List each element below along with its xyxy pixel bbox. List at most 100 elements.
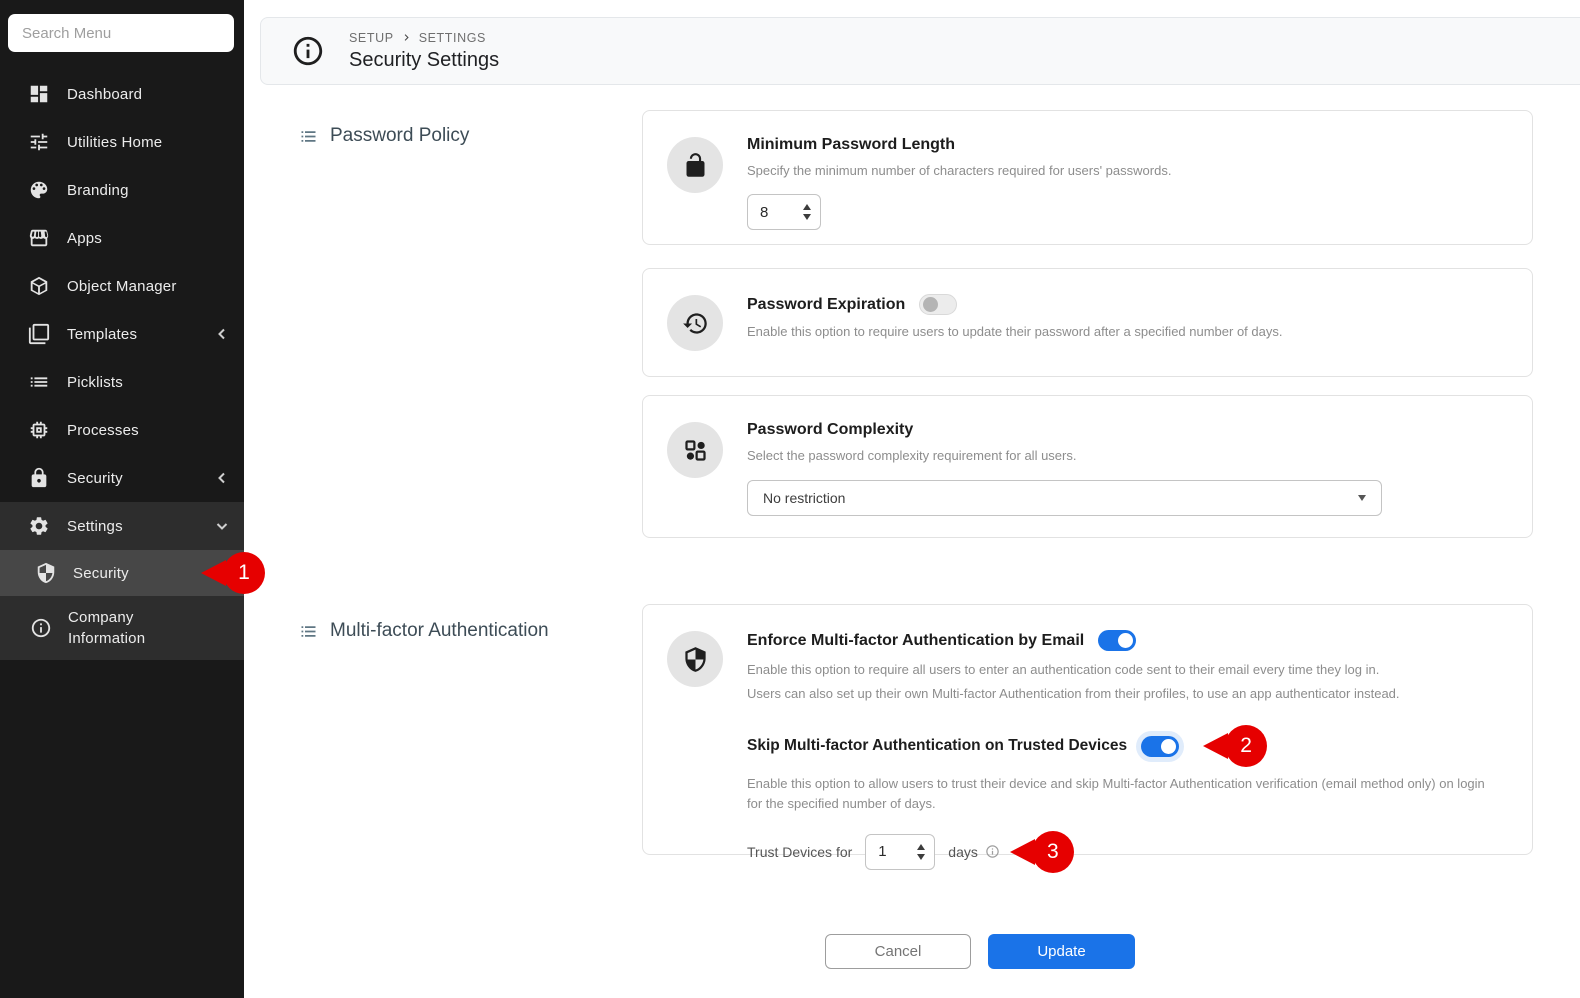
sidebar-item-company-information[interactable]: Company Information: [0, 596, 244, 660]
stepper-up-icon[interactable]: [917, 844, 925, 850]
sidebar-item-label: Dashboard: [67, 84, 228, 105]
update-button[interactable]: Update: [988, 934, 1135, 969]
skip-mfa-toggle[interactable]: [1141, 736, 1179, 757]
sidebar-item-settings-security[interactable]: Security 1: [0, 550, 244, 596]
annotation-badge-3: 3: [1032, 831, 1074, 873]
trust-devices-input[interactable]: [878, 843, 908, 860]
info-circle-icon: [291, 34, 325, 68]
trust-devices-row: Trust Devices for days 3: [747, 831, 1508, 873]
sidebar-item-templates[interactable]: Templates: [0, 310, 244, 358]
card-avatar: [667, 422, 723, 478]
palette-icon: [28, 179, 50, 201]
lock-open-icon: [682, 152, 709, 179]
dashboard-icon: [28, 83, 50, 105]
settings-group: Settings Security 1 Company: [0, 502, 244, 660]
gear-icon: [28, 515, 50, 537]
chevron-left-icon: [216, 328, 228, 340]
lock-icon: [28, 467, 50, 489]
trust-devices-unit: days: [948, 844, 978, 860]
sidebar-item-label: Branding: [67, 180, 228, 201]
enforce-mfa-toggle[interactable]: [1098, 630, 1136, 651]
stepper-arrows[interactable]: [917, 844, 925, 860]
sidebar: Dashboard Utilities Home Branding Apps: [0, 0, 244, 998]
annotation-badge-2: 2: [1225, 725, 1267, 767]
section-heading-password-policy: Password Policy: [298, 125, 469, 147]
sidebar-item-label: Object Manager: [67, 276, 228, 297]
sidebar-item-label: Processes: [67, 420, 228, 441]
sidebar-item-branding[interactable]: Branding: [0, 166, 244, 214]
card-title: Minimum Password Length: [747, 136, 1508, 154]
list-icon: [28, 371, 50, 393]
security-settings-page: Dashboard Utilities Home Branding Apps: [0, 0, 1580, 998]
sidebar-item-label: Company Information: [68, 607, 198, 649]
stepper-down-icon[interactable]: [917, 854, 925, 860]
sidebar-item-picklists[interactable]: Picklists: [0, 358, 244, 406]
skip-mfa-description: Enable this option to allow users to tru…: [747, 774, 1495, 814]
min-password-length-stepper[interactable]: [747, 194, 821, 230]
sidebar-item-object-manager[interactable]: Object Manager: [0, 262, 244, 310]
card-description: Enable this option to require users to u…: [747, 322, 1508, 342]
sidebar-item-settings[interactable]: Settings: [0, 502, 244, 550]
section-heading-label: Multi-factor Authentication: [330, 620, 549, 642]
stepper-up-icon[interactable]: [803, 204, 811, 210]
page-title: Security Settings: [349, 49, 499, 72]
card-avatar: [667, 295, 723, 351]
trust-devices-label: Trust Devices for: [747, 844, 852, 860]
shield-icon: [35, 562, 57, 584]
section-heading-label: Password Policy: [330, 125, 469, 147]
section-list-icon: [298, 126, 319, 147]
main-content: SETUP SETTINGS Security Settings Passwor…: [244, 0, 1580, 998]
sidebar-item-apps[interactable]: Apps: [0, 214, 244, 262]
storefront-icon: [28, 227, 50, 249]
skip-mfa-title: Skip Multi-factor Authentication on Trus…: [747, 737, 1127, 755]
sidebar-item-label: Picklists: [67, 372, 228, 393]
sidebar-nav: Dashboard Utilities Home Branding Apps: [0, 70, 244, 660]
card-avatar: [667, 631, 723, 687]
chip-icon: [28, 419, 50, 441]
sidebar-item-label: Utilities Home: [67, 132, 228, 153]
card-password-expiration: Password Expiration Enable this option t…: [642, 268, 1533, 377]
templates-icon: [28, 323, 50, 345]
sidebar-item-label: Templates: [67, 324, 216, 345]
password-expiration-toggle[interactable]: [919, 294, 957, 315]
search-input[interactable]: [8, 14, 234, 52]
cube-icon: [28, 275, 50, 297]
pattern-icon: [682, 437, 709, 464]
card-title: Password Expiration: [747, 296, 905, 314]
card-title: Password Complexity: [747, 421, 1508, 439]
sidebar-item-label: Apps: [67, 228, 228, 249]
card-multi-factor-authentication: Enforce Multi-factor Authentication by E…: [642, 604, 1533, 855]
cancel-button[interactable]: Cancel: [825, 934, 971, 969]
info-icon: [30, 617, 52, 639]
min-password-length-input[interactable]: [760, 204, 790, 221]
card-description: Specify the minimum number of characters…: [747, 161, 1508, 181]
enforce-mfa-description-line2: Users can also set up their own Multi-fa…: [747, 684, 1508, 704]
chevron-left-icon: [216, 472, 228, 484]
card-minimum-password-length: Minimum Password Length Specify the mini…: [642, 110, 1533, 245]
trust-devices-stepper[interactable]: [865, 834, 935, 870]
enforce-mfa-description-line1: Enable this option to require all users …: [747, 660, 1508, 680]
section-heading-mfa: Multi-factor Authentication: [298, 620, 549, 642]
breadcrumb-settings[interactable]: SETTINGS: [419, 31, 486, 45]
shield-icon: [682, 646, 709, 673]
stepper-down-icon[interactable]: [803, 214, 811, 220]
sidebar-item-dashboard[interactable]: Dashboard: [0, 70, 244, 118]
breadcrumb-setup[interactable]: SETUP: [349, 31, 394, 45]
enforce-mfa-title: Enforce Multi-factor Authentication by E…: [747, 632, 1084, 650]
card-avatar: [667, 137, 723, 193]
breadcrumb: SETUP SETTINGS: [349, 31, 499, 45]
sidebar-item-utilities-home[interactable]: Utilities Home: [0, 118, 244, 166]
selected-option: No restriction: [763, 490, 845, 506]
card-password-complexity: Password Complexity Select the password …: [642, 395, 1533, 538]
sidebar-item-security[interactable]: Security: [0, 454, 244, 502]
annotation-badge-1: 1: [223, 552, 265, 594]
sidebar-item-processes[interactable]: Processes: [0, 406, 244, 454]
section-list-icon: [298, 621, 319, 642]
sidebar-item-label: Settings: [67, 516, 216, 537]
history-clock-icon: [682, 310, 709, 337]
page-header: SETUP SETTINGS Security Settings: [260, 17, 1580, 85]
card-description: Select the password complexity requireme…: [747, 446, 1508, 466]
info-tooltip-icon[interactable]: [985, 844, 1000, 859]
stepper-arrows[interactable]: [803, 204, 811, 220]
password-complexity-select[interactable]: No restriction: [747, 480, 1382, 516]
